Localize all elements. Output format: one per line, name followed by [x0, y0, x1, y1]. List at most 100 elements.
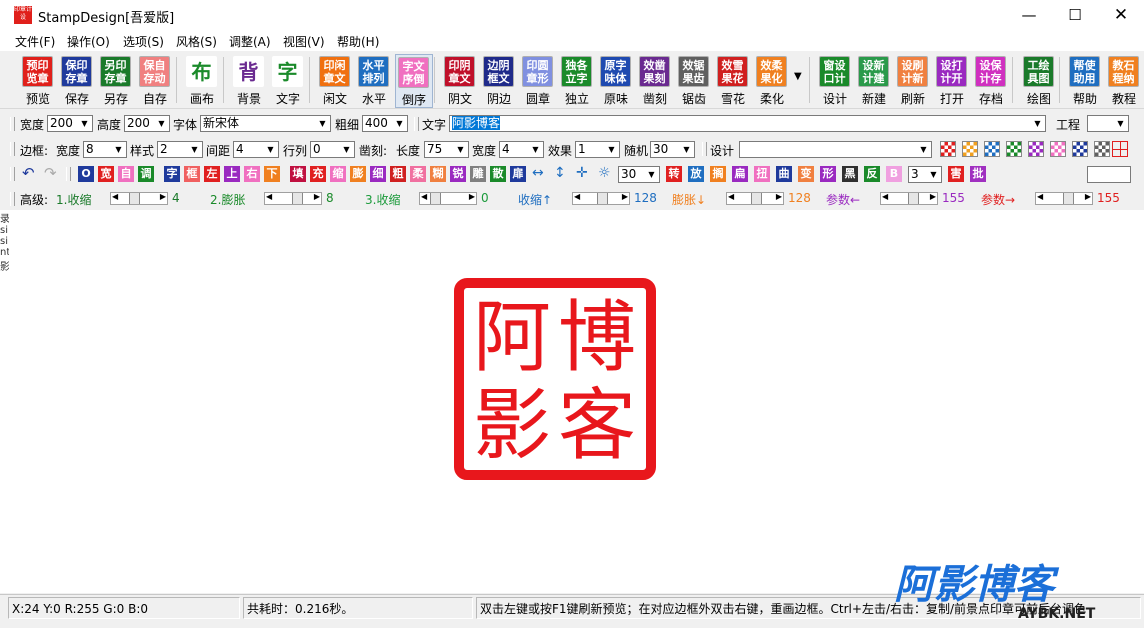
arrow-left-icon[interactable]: ◀ [421, 192, 427, 201]
slider-thumb[interactable] [751, 193, 762, 204]
carve-length-combo[interactable]: 75 ▼ [424, 141, 469, 158]
slider-track[interactable]: ◀ ▶ [1035, 192, 1093, 205]
toolbar-button-22[interactable]: 设打计开 打开 [934, 54, 970, 106]
effect-button[interactable]: B [886, 166, 902, 182]
slider-track[interactable]: ◀ ▶ [572, 192, 630, 205]
toolbar-button-20[interactable]: 设新计建 新建 [856, 54, 892, 106]
effect-button[interactable]: 宽 [98, 166, 114, 182]
effect-button[interactable]: 雕 [470, 166, 486, 182]
arrow-left-icon[interactable]: ◀ [112, 192, 118, 201]
effect-button[interactable]: 右 [244, 166, 260, 182]
pattern-swatch-6[interactable] [1072, 141, 1088, 157]
move-vertical-icon[interactable]: ↕ [554, 165, 566, 181]
arrow-left-icon[interactable]: ◀ [882, 192, 888, 201]
toolbar-button-4[interactable]: 布画布 [184, 54, 220, 106]
chevron-down-icon[interactable]: ▼ [644, 167, 659, 182]
pattern-swatch-0[interactable] [940, 141, 956, 157]
effect-button[interactable]: 柔 [410, 166, 426, 182]
toolbar-button-15[interactable]: 效凿果刻 凿刻 [637, 54, 673, 106]
effect-button[interactable]: O [78, 166, 94, 182]
stamp-canvas[interactable]: 博 客 阿 影 [9, 210, 1144, 593]
arrow-left-icon[interactable]: ◀ [266, 192, 272, 201]
font-combo[interactable]: 新宋体 ▼ [200, 115, 331, 132]
move-all-icon[interactable]: ✛ [576, 165, 588, 181]
chevron-down-icon[interactable]: ▼ [1030, 116, 1045, 131]
pattern-swatch-5[interactable] [1050, 141, 1066, 157]
effect-button[interactable]: 框 [184, 166, 200, 182]
menu-view[interactable]: 视图(V) [283, 33, 325, 50]
effect-button[interactable]: 害 [948, 166, 964, 182]
effect-button[interactable]: 下 [264, 166, 280, 182]
effect-button[interactable]: 膨 [350, 166, 366, 182]
pattern-swatch-3[interactable] [1006, 141, 1022, 157]
menu-file[interactable]: 文件(F) [15, 33, 55, 50]
chevron-down-icon[interactable]: ▼ [111, 142, 126, 157]
toolbar-button-0[interactable]: 预印览章 预览 [20, 54, 56, 106]
effect-button[interactable]: 放 [688, 166, 704, 182]
toolbar-grip[interactable] [66, 167, 71, 181]
toolbar-button-21[interactable]: 设刷计新 刷新 [895, 54, 931, 106]
maximize-button[interactable]: ☐ [1052, 0, 1098, 30]
pattern-swatch-4[interactable] [1028, 141, 1044, 157]
chevron-down-icon[interactable]: ▼ [77, 116, 92, 131]
toolbar-button-13[interactable]: 独各立字 独立 [559, 54, 595, 106]
menu-style[interactable]: 风格(S) [176, 33, 217, 50]
slider-thumb[interactable] [429, 193, 441, 204]
effect-button[interactable]: 扁 [732, 166, 748, 182]
toolbar-button-2[interactable]: 另印存章 另存 [98, 54, 134, 106]
width-combo[interactable]: 200 ▼ [47, 115, 93, 132]
effect-button[interactable]: 反 [864, 166, 880, 182]
toolbar-button-26[interactable]: 教石程纳 教程 [1106, 54, 1142, 106]
toolbar-button-23[interactable]: 设保计存 存档 [973, 54, 1009, 106]
border-width-combo[interactable]: 8 ▼ [83, 141, 127, 158]
arrow-right-icon[interactable]: ▶ [160, 192, 166, 201]
redo-icon[interactable]: ↷ [44, 164, 57, 182]
minimize-button[interactable]: — [1006, 0, 1052, 30]
slider-thumb[interactable] [597, 193, 608, 204]
arrow-left-icon[interactable]: ◀ [1037, 192, 1043, 201]
height-combo[interactable]: 200 ▼ [124, 115, 170, 132]
menu-options[interactable]: 选项(S) [123, 33, 164, 50]
chevron-down-icon[interactable]: ▼ [926, 167, 941, 182]
toolbar-grip[interactable] [702, 142, 707, 156]
toolbar-button-9[interactable]: 字文序倒 倒序 [395, 54, 433, 108]
slider-thumb[interactable] [908, 193, 920, 204]
carve-width-combo[interactable]: 4 ▼ [499, 141, 544, 158]
chevron-down-icon[interactable]: ▼ [263, 142, 278, 157]
effect-button[interactable]: 黑 [842, 166, 858, 182]
effect-button[interactable]: 形 [820, 166, 836, 182]
toolbar-grip[interactable] [10, 117, 15, 131]
toolbar-button-17[interactable]: 效雪果花 雪花 [715, 54, 751, 106]
toolbar-button-1[interactable]: 保印存章 保存 [59, 54, 95, 106]
effect-button[interactable]: 搁 [710, 166, 726, 182]
slider-track[interactable]: ◀ ▶ [726, 192, 784, 205]
chevron-down-icon[interactable]: ▼ [154, 116, 169, 131]
toolbar-button-7[interactable]: 印闲章文 闲文 [317, 54, 353, 106]
effect-button[interactable]: 批 [970, 166, 986, 182]
chevron-down-icon[interactable]: ▼ [453, 142, 468, 157]
arrow-left-icon[interactable]: ◀ [728, 192, 734, 201]
undo-icon[interactable]: ↶ [22, 164, 35, 182]
arrow-right-icon[interactable]: ▶ [930, 192, 936, 201]
effect-button[interactable]: 散 [490, 166, 506, 182]
border-style-combo[interactable]: 2 ▼ [157, 141, 203, 158]
effect-button[interactable]: 上 [224, 166, 240, 182]
chevron-down-icon[interactable]: ▼ [916, 142, 931, 157]
chevron-down-icon[interactable]: ▼ [315, 116, 330, 131]
toolbar-button-16[interactable]: 效锯果齿 锯齿 [676, 54, 712, 106]
slider-thumb[interactable] [292, 193, 304, 204]
slider-track[interactable]: ◀ ▶ [264, 192, 322, 205]
toolbar-button-11[interactable]: 边阴框文 阴边 [481, 54, 517, 106]
effect-button[interactable]: 曲 [776, 166, 792, 182]
effect-button[interactable]: 粗 [390, 166, 406, 182]
pattern-swatch-1[interactable] [962, 141, 978, 157]
extra-input[interactable] [1087, 166, 1131, 183]
toolbar-grip[interactable] [10, 142, 15, 156]
arrow-right-icon[interactable]: ▶ [469, 192, 475, 201]
random-combo[interactable]: 30 ▼ [650, 141, 695, 158]
effect-button[interactable]: 自 [118, 166, 134, 182]
effect-button[interactable]: 细 [370, 166, 386, 182]
arrow-right-icon[interactable]: ▶ [314, 192, 320, 201]
menu-operation[interactable]: 操作(O) [67, 33, 110, 50]
chevron-down-icon[interactable]: ▼ [604, 142, 619, 157]
